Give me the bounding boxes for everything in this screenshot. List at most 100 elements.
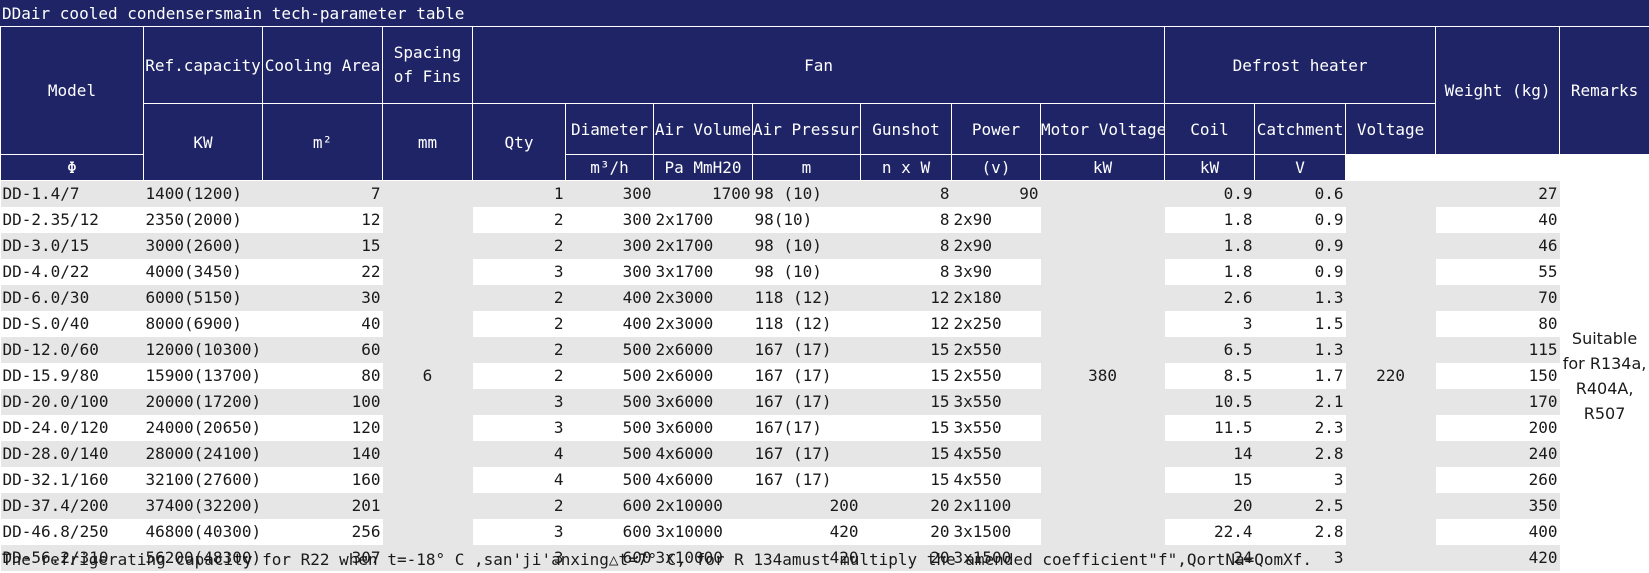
header-model: Model [0, 26, 144, 155]
cell-model: DD-4.0/22 [0, 259, 144, 285]
cell-model: DD-12.0/60 [0, 337, 144, 363]
cell-qty: 4 [472, 467, 566, 493]
cell-weight: 80 [1435, 311, 1560, 337]
cell-weight: 40 [1435, 207, 1560, 233]
cell-air-volume: 3x1700 [653, 259, 753, 285]
cell-power: 2x180 [951, 285, 1041, 311]
cell-model: DD-37.4/200 [0, 493, 144, 519]
cell-model: DD-28.0/140 [0, 441, 144, 467]
cell-air-volume: 2x3000 [653, 311, 753, 337]
cell-power: 3x1500 [951, 519, 1041, 545]
cell-qty: 2 [472, 337, 566, 363]
cell-gunshot: 8 [860, 259, 952, 285]
cell-model: DD-2.35/12 [0, 207, 144, 233]
cell-power: 2x1100 [951, 493, 1041, 519]
cell-catchment: 1.5 [1254, 311, 1346, 337]
cell-capacity: 12000(10300) [143, 337, 263, 363]
cell-diameter: 300 [565, 207, 654, 233]
cell-air-volume: 4x6000 [653, 467, 753, 493]
cell-air-volume: 1700 [653, 180, 753, 207]
cell-weight: 55 [1435, 259, 1560, 285]
cell-cooling-area: 15 [262, 233, 383, 259]
cell-qty: 2 [472, 233, 566, 259]
cell-model: DD-S.0/40 [0, 311, 144, 337]
unit-m2: m² [262, 103, 383, 181]
cell-gunshot: 15 [860, 363, 952, 389]
cell-power: 2x250 [951, 311, 1041, 337]
cell-catchment: 0.6 [1254, 180, 1346, 207]
cell-weight: 27 [1435, 180, 1560, 207]
cell-coil: 8.5 [1164, 363, 1255, 389]
cell-power: 3x550 [951, 415, 1041, 441]
cell-coil: 0.9 [1164, 180, 1255, 207]
header-ref-capacity: Ref.capacity [143, 26, 263, 104]
table-body: DD-1.4/7 1400(1200) 7 6 1 300 1700 98 (10) 8 90 38… [0, 180, 1649, 571]
cell-catchment: 3 [1254, 467, 1346, 493]
header-remarks: Remarks [1559, 26, 1649, 155]
cell-weight: 170 [1435, 389, 1560, 415]
cell-catchment: 0.9 [1254, 207, 1346, 233]
cell-diameter: 600 [565, 493, 654, 519]
cell-coil: 11.5 [1164, 415, 1255, 441]
cell-qty: 1 [472, 180, 566, 207]
cell-weight: 260 [1435, 467, 1560, 493]
cell-capacity: 46800(40300) [143, 519, 263, 545]
cell-diameter: 500 [565, 389, 654, 415]
header-defrost-heater: Defrost heater [1164, 26, 1437, 104]
cell-qty: 3 [472, 415, 566, 441]
cell-air-volume: 2x1700 [653, 207, 753, 233]
cell-gunshot: 8 [860, 233, 952, 259]
cell-qty: 2 [472, 207, 566, 233]
unit-power: n x W [860, 154, 952, 181]
cell-power: 3x90 [951, 259, 1041, 285]
header-fan: Fan [471, 26, 1166, 104]
cell-air-pressure: 167 (17) [752, 337, 861, 363]
cell-qty: 2 [472, 493, 566, 519]
cell-weight: 200 [1435, 415, 1560, 441]
cell-gunshot: 12 [860, 311, 952, 337]
cell-air-pressure: 118 (12) [752, 311, 861, 337]
cell-cooling-area: 12 [262, 207, 383, 233]
cell-air-pressure: 167 (17) [752, 389, 861, 415]
cell-air-pressure: 167 (17) [752, 467, 861, 493]
cell-power: 2x550 [951, 363, 1041, 389]
cell-coil: 10.5 [1164, 389, 1255, 415]
header-spacing-of-fins: Spacing of Fins [382, 26, 473, 104]
cell-gunshot: 15 [860, 441, 952, 467]
cell-cooling-area: 256 [262, 519, 383, 545]
cell-coil: 2.6 [1164, 285, 1255, 311]
cell-air-volume: 2x3000 [653, 285, 753, 311]
cell-air-volume: 4x6000 [653, 441, 753, 467]
cell-gunshot: 8 [860, 180, 952, 207]
cell-diameter: 500 [565, 441, 654, 467]
cell-catchment: 1.7 [1254, 363, 1346, 389]
cell-coil: 15 [1164, 467, 1255, 493]
cell-diameter: 300 [565, 233, 654, 259]
cell-power: 2x90 [951, 233, 1041, 259]
cell-diameter: 300 [565, 180, 654, 207]
cell-qty: 2 [472, 311, 566, 337]
header-power: Power [951, 103, 1041, 155]
cell-cooling-area: 120 [262, 415, 383, 441]
cell-air-volume: 3x6000 [653, 389, 753, 415]
cell-heater-voltage: 220 [1345, 180, 1436, 571]
cell-weight: 150 [1435, 363, 1560, 389]
cell-coil: 14 [1164, 441, 1255, 467]
cell-capacity: 2350(2000) [143, 207, 263, 233]
unit-voltage: V [1254, 154, 1347, 181]
cell-cooling-area: 30 [262, 285, 383, 311]
cell-air-pressure: 167(17) [752, 415, 861, 441]
cell-capacity: 4000(3450) [143, 259, 263, 285]
cell-gunshot: 20 [860, 493, 952, 519]
table-row: DD-1.4/7 1400(1200) 7 6 1 300 1700 98 (10) 8 90 38… [0, 180, 1649, 571]
cell-air-volume: 2x6000 [653, 337, 753, 363]
cell-air-pressure: 98 (10) [752, 259, 861, 285]
header-voltage: Voltage [1345, 103, 1437, 155]
cell-coil: 1.8 [1164, 259, 1255, 285]
unit-air-pressure: Pa MmH20 [653, 154, 753, 181]
unit-coil: kW [1039, 154, 1166, 181]
cell-catchment: 1.3 [1254, 285, 1346, 311]
cell-air-volume: 2x1700 [653, 233, 753, 259]
unit-mm: mm [382, 103, 473, 181]
cell-catchment: 2.8 [1254, 519, 1346, 545]
